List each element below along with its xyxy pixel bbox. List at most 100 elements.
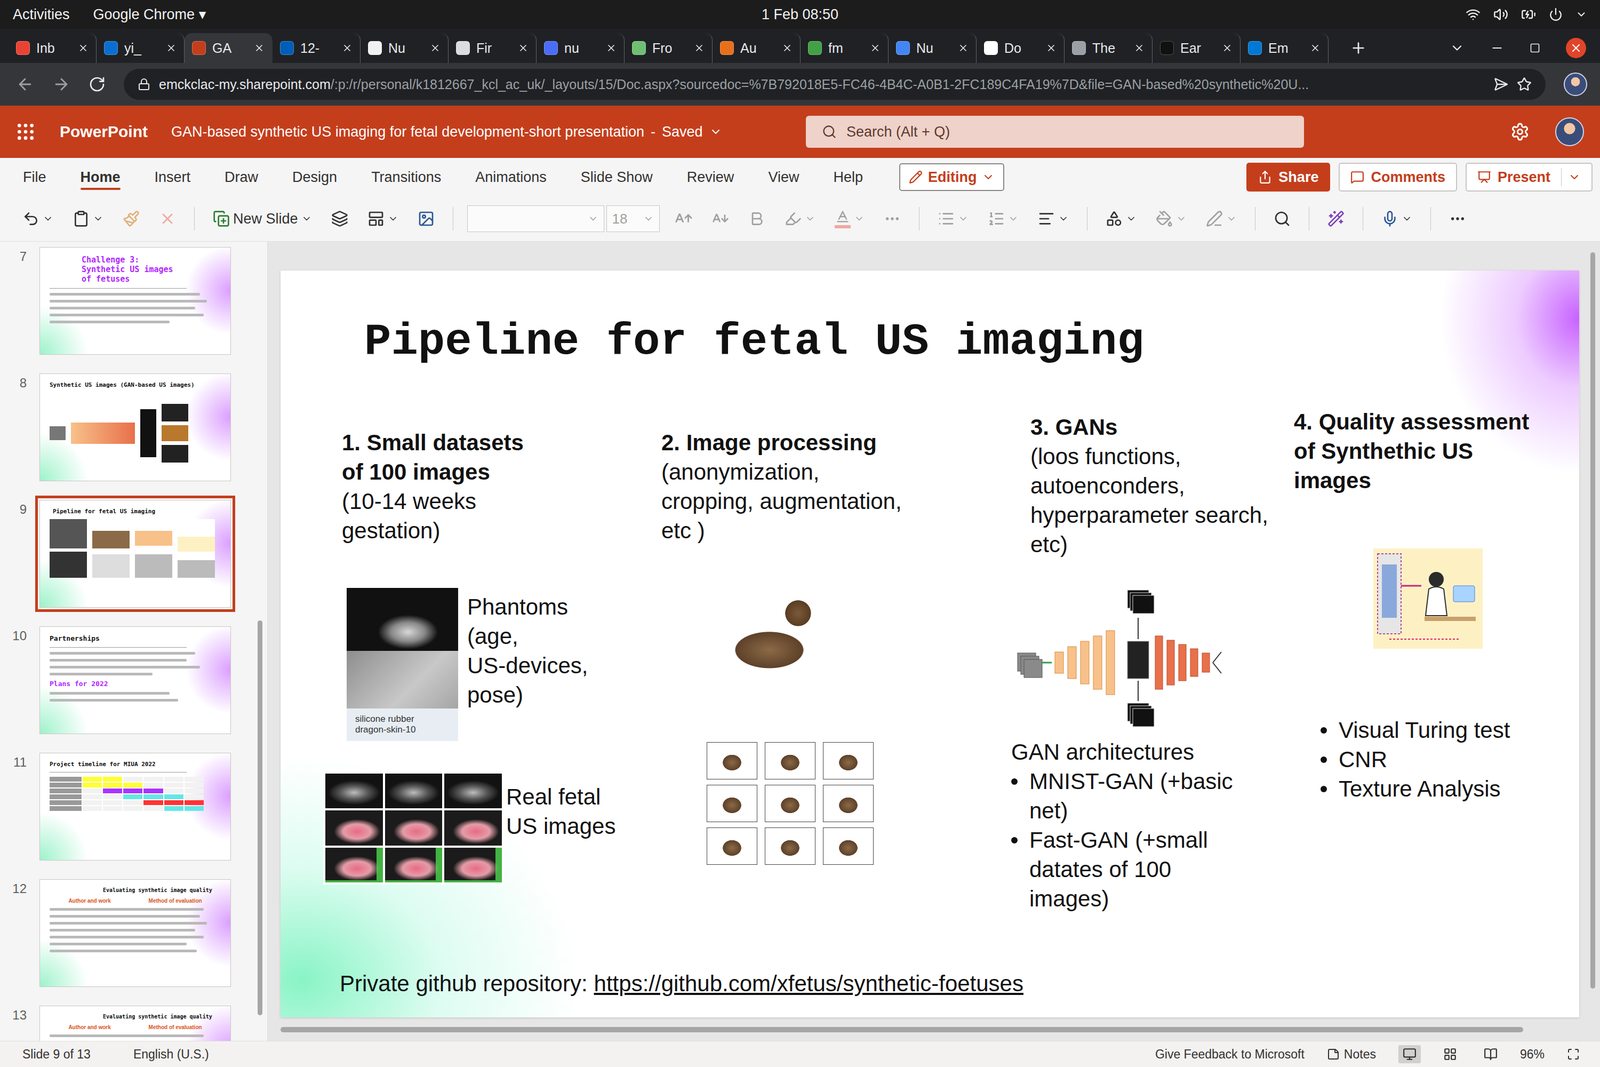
browser-tab[interactable]: Em bbox=[1240, 33, 1329, 63]
designer-button[interactable] bbox=[1323, 206, 1349, 231]
editing-mode-button[interactable]: Editing bbox=[899, 163, 1005, 191]
layout-button[interactable] bbox=[363, 206, 403, 231]
bullets-button[interactable] bbox=[933, 206, 973, 231]
close-tab-icon[interactable] bbox=[429, 42, 441, 54]
metric-item[interactable]: CNR bbox=[1320, 744, 1580, 774]
ribbon-tab[interactable]: Design bbox=[275, 157, 355, 197]
ribbon-tab[interactable]: Draw bbox=[207, 157, 276, 197]
architectures-title[interactable]: GAN architectures bbox=[1011, 737, 1294, 767]
browser-tab[interactable]: The bbox=[1064, 33, 1153, 63]
ribbon-tab[interactable]: Review bbox=[669, 157, 752, 197]
reload-icon[interactable] bbox=[88, 75, 106, 93]
align-button[interactable] bbox=[1033, 206, 1074, 231]
dictate-button[interactable] bbox=[1377, 206, 1417, 231]
real-images-label[interactable]: Real fetalUS images bbox=[506, 781, 616, 841]
maximize-icon[interactable] bbox=[1529, 42, 1541, 54]
slide-thumbnail[interactable]: Challenge 3:Synthetic US imagesof fetuse… bbox=[39, 246, 231, 355]
slide-thumbnail[interactable]: Evaluating synthetic image qualityAuthor… bbox=[39, 878, 231, 987]
activities-button[interactable]: Activities bbox=[12, 6, 70, 23]
reading-view-button[interactable] bbox=[1479, 1044, 1502, 1063]
ribbon-tab[interactable]: File bbox=[5, 157, 64, 197]
browser-tab[interactable]: 12- bbox=[272, 33, 361, 63]
step-detail[interactable]: (10-14 weeksgestation) bbox=[341, 486, 662, 546]
new-slide-button[interactable]: New Slide bbox=[208, 206, 317, 231]
font-name-field[interactable] bbox=[467, 205, 605, 232]
normal-view-button[interactable] bbox=[1398, 1044, 1421, 1063]
browser-tab[interactable]: Fro bbox=[624, 33, 713, 63]
close-tab-icon[interactable] bbox=[1045, 42, 1057, 54]
ribbon-tab[interactable]: Help bbox=[816, 157, 880, 197]
architecture-item[interactable]: MNIST-GAN (+basicnet) bbox=[1011, 766, 1294, 826]
grow-font-button[interactable] bbox=[670, 206, 698, 231]
more-font-button[interactable] bbox=[879, 206, 906, 231]
feedback-link[interactable]: Give Feedback to Microsoft bbox=[1155, 1046, 1305, 1062]
settings-gear-icon[interactable] bbox=[1510, 122, 1530, 142]
ribbon-tab[interactable]: View bbox=[750, 157, 816, 197]
minimize-icon[interactable] bbox=[1490, 41, 1504, 55]
architecture-item[interactable]: Fast-GAN (+smalldatates of 100images) bbox=[1011, 825, 1294, 914]
search-box[interactable]: Search (Alt + Q) bbox=[805, 115, 1304, 148]
step-heading[interactable]: 4. Quality assessmentof Synthethic USima… bbox=[1293, 406, 1580, 495]
browser-tab[interactable]: GA bbox=[184, 33, 273, 63]
ribbon-tab[interactable]: Home bbox=[63, 157, 138, 197]
step-heading[interactable]: 2. Image processing bbox=[661, 427, 1031, 458]
bold-button[interactable] bbox=[744, 206, 770, 231]
tab-search-icon[interactable] bbox=[1449, 40, 1465, 56]
zoom-level[interactable]: 96% bbox=[1520, 1046, 1545, 1062]
fit-slide-button[interactable] bbox=[1562, 1045, 1584, 1063]
close-tab-icon[interactable] bbox=[165, 42, 177, 54]
browser-tab[interactable]: Nu bbox=[360, 33, 449, 63]
metric-item[interactable]: Visual Turing test bbox=[1320, 715, 1580, 745]
app-name[interactable]: PowerPoint bbox=[59, 122, 148, 141]
format-painter-button[interactable] bbox=[118, 206, 144, 231]
notes-button[interactable]: Notes bbox=[1322, 1044, 1381, 1064]
profile-avatar-icon[interactable] bbox=[1563, 72, 1588, 96]
close-tab-icon[interactable] bbox=[1309, 42, 1321, 54]
step-heading[interactable]: 3. GANs bbox=[1030, 412, 1294, 442]
scrollbar-thumb[interactable] bbox=[1590, 252, 1596, 989]
font-color-button[interactable] bbox=[830, 205, 869, 232]
close-tab-icon[interactable] bbox=[781, 42, 793, 54]
browser-tab[interactable]: Inb bbox=[8, 33, 97, 63]
clock[interactable]: 1 Feb 08:50 bbox=[761, 6, 839, 23]
system-menu-icon[interactable] bbox=[1575, 8, 1588, 21]
language[interactable]: English (U.S.) bbox=[133, 1046, 210, 1062]
account-avatar-icon[interactable] bbox=[1555, 117, 1584, 147]
present-button[interactable]: Present bbox=[1465, 162, 1593, 192]
step-detail[interactable]: (loos functions,autoenconders,hyperparam… bbox=[1030, 441, 1294, 559]
undo-button[interactable] bbox=[18, 206, 58, 231]
reuse-slides-button[interactable] bbox=[326, 206, 353, 231]
shrink-font-button[interactable] bbox=[707, 206, 734, 231]
find-button[interactable] bbox=[1269, 206, 1295, 231]
close-tab-icon[interactable] bbox=[77, 42, 89, 54]
comments-button[interactable]: Comments bbox=[1338, 162, 1458, 192]
ribbon-tab[interactable]: Animations bbox=[458, 157, 564, 197]
document-title[interactable]: GAN-based synthetic US imaging for fetal… bbox=[171, 123, 723, 141]
paste-button[interactable] bbox=[68, 206, 108, 231]
ribbon-tab[interactable]: Transitions bbox=[354, 157, 459, 197]
phantom-label[interactable]: Phantoms(age,US-devices,pose) bbox=[467, 592, 588, 710]
bookmark-star-icon[interactable] bbox=[1516, 76, 1532, 92]
metric-item[interactable]: Texture Analysis bbox=[1320, 773, 1580, 804]
new-tab-icon[interactable] bbox=[1349, 39, 1367, 57]
step-detail[interactable]: (anonymization,cropping, augmentation,et… bbox=[661, 457, 1031, 546]
slide-title[interactable]: Pipeline for fetal US imaging bbox=[280, 317, 1580, 367]
browser-tab[interactable]: nu bbox=[536, 33, 625, 63]
shapes-button[interactable] bbox=[1101, 206, 1141, 231]
close-tab-icon[interactable] bbox=[1133, 42, 1145, 54]
slide-sorter-button[interactable] bbox=[1438, 1044, 1462, 1063]
browser-tab[interactable]: Au bbox=[712, 33, 801, 63]
close-tab-icon[interactable] bbox=[517, 42, 529, 54]
share-page-icon[interactable] bbox=[1493, 76, 1509, 92]
slide-thumbnail[interactable]: Pipeline for fetal US imaging bbox=[39, 499, 231, 608]
app-menu[interactable]: Google Chrome ▾ bbox=[93, 5, 207, 23]
address-bar[interactable]: emckclac-my.sharepoint.com/:p:/r/persona… bbox=[123, 68, 1546, 100]
volume-icon[interactable] bbox=[1493, 6, 1509, 22]
power-icon[interactable] bbox=[1548, 7, 1563, 22]
browser-tab[interactable]: Ear bbox=[1152, 33, 1241, 63]
close-tab-icon[interactable] bbox=[1221, 42, 1233, 54]
close-tab-icon[interactable] bbox=[957, 42, 969, 54]
close-tab-icon[interactable] bbox=[869, 42, 881, 54]
wifi-icon[interactable] bbox=[1465, 6, 1481, 22]
slide-horizontal-scrollbar[interactable] bbox=[267, 1024, 1600, 1041]
